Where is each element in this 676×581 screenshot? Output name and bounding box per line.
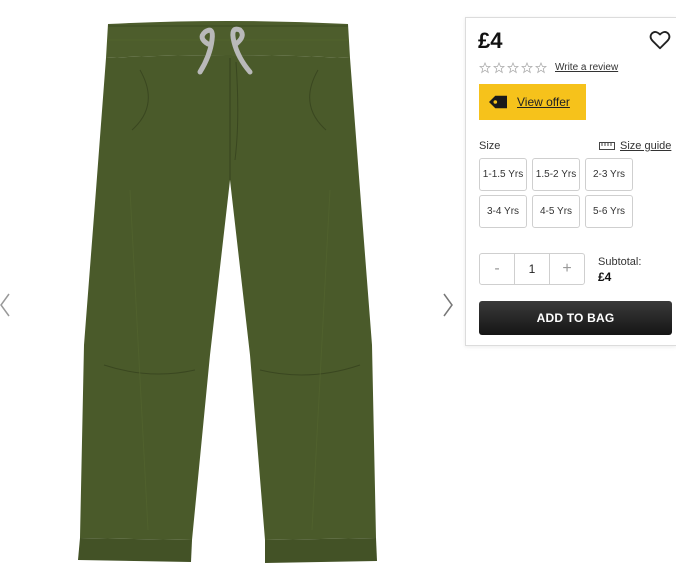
heart-outline-icon[interactable] [649,29,671,51]
star-outline-icon [493,62,505,74]
subtotal-label: Subtotal: [598,256,642,268]
size-option[interactable]: 5-6 Yrs [585,195,633,228]
size-option[interactable]: 1.5-2 Yrs [532,158,580,191]
star-outline-icon [507,62,519,74]
size-option[interactable]: 4-5 Yrs [532,195,580,228]
star-outline-icon [535,62,547,74]
size-option[interactable]: 1-1.5 Yrs [479,158,527,191]
size-guide-label: Size guide [620,140,672,152]
add-to-bag-button[interactable]: ADD TO BAG [479,301,672,335]
quantity-decrease-button[interactable]: - [480,254,514,284]
star-outline-icon [479,62,491,74]
size-guide-link[interactable]: Size guide [599,140,671,152]
view-offer-label: View offer [517,95,570,109]
product-gallery [0,0,462,581]
ruler-icon [599,142,615,150]
tag-icon [489,95,507,109]
size-options: 1-1.5 Yrs 1.5-2 Yrs 2-3 Yrs 3-4 Yrs 4-5 … [479,158,639,228]
write-review-link[interactable]: Write a review [555,62,618,73]
size-option[interactable]: 2-3 Yrs [585,158,633,191]
subtotal-value: £4 [598,270,612,284]
chevron-left-icon[interactable] [0,290,12,320]
purchase-panel: £4 Write a review View offer Size Size g… [465,17,676,346]
rating-stars [479,62,547,74]
quantity-stepper: - 1 + [479,253,585,285]
view-offer-button[interactable]: View offer [479,84,586,120]
size-option[interactable]: 3-4 Yrs [479,195,527,228]
size-label: Size [479,140,501,152]
product-price: £4 [478,28,503,53]
quantity-increase-button[interactable]: + [550,254,584,284]
chevron-right-icon[interactable] [441,290,455,320]
star-outline-icon [521,62,533,74]
product-image [78,21,377,563]
quantity-input[interactable]: 1 [514,254,550,284]
